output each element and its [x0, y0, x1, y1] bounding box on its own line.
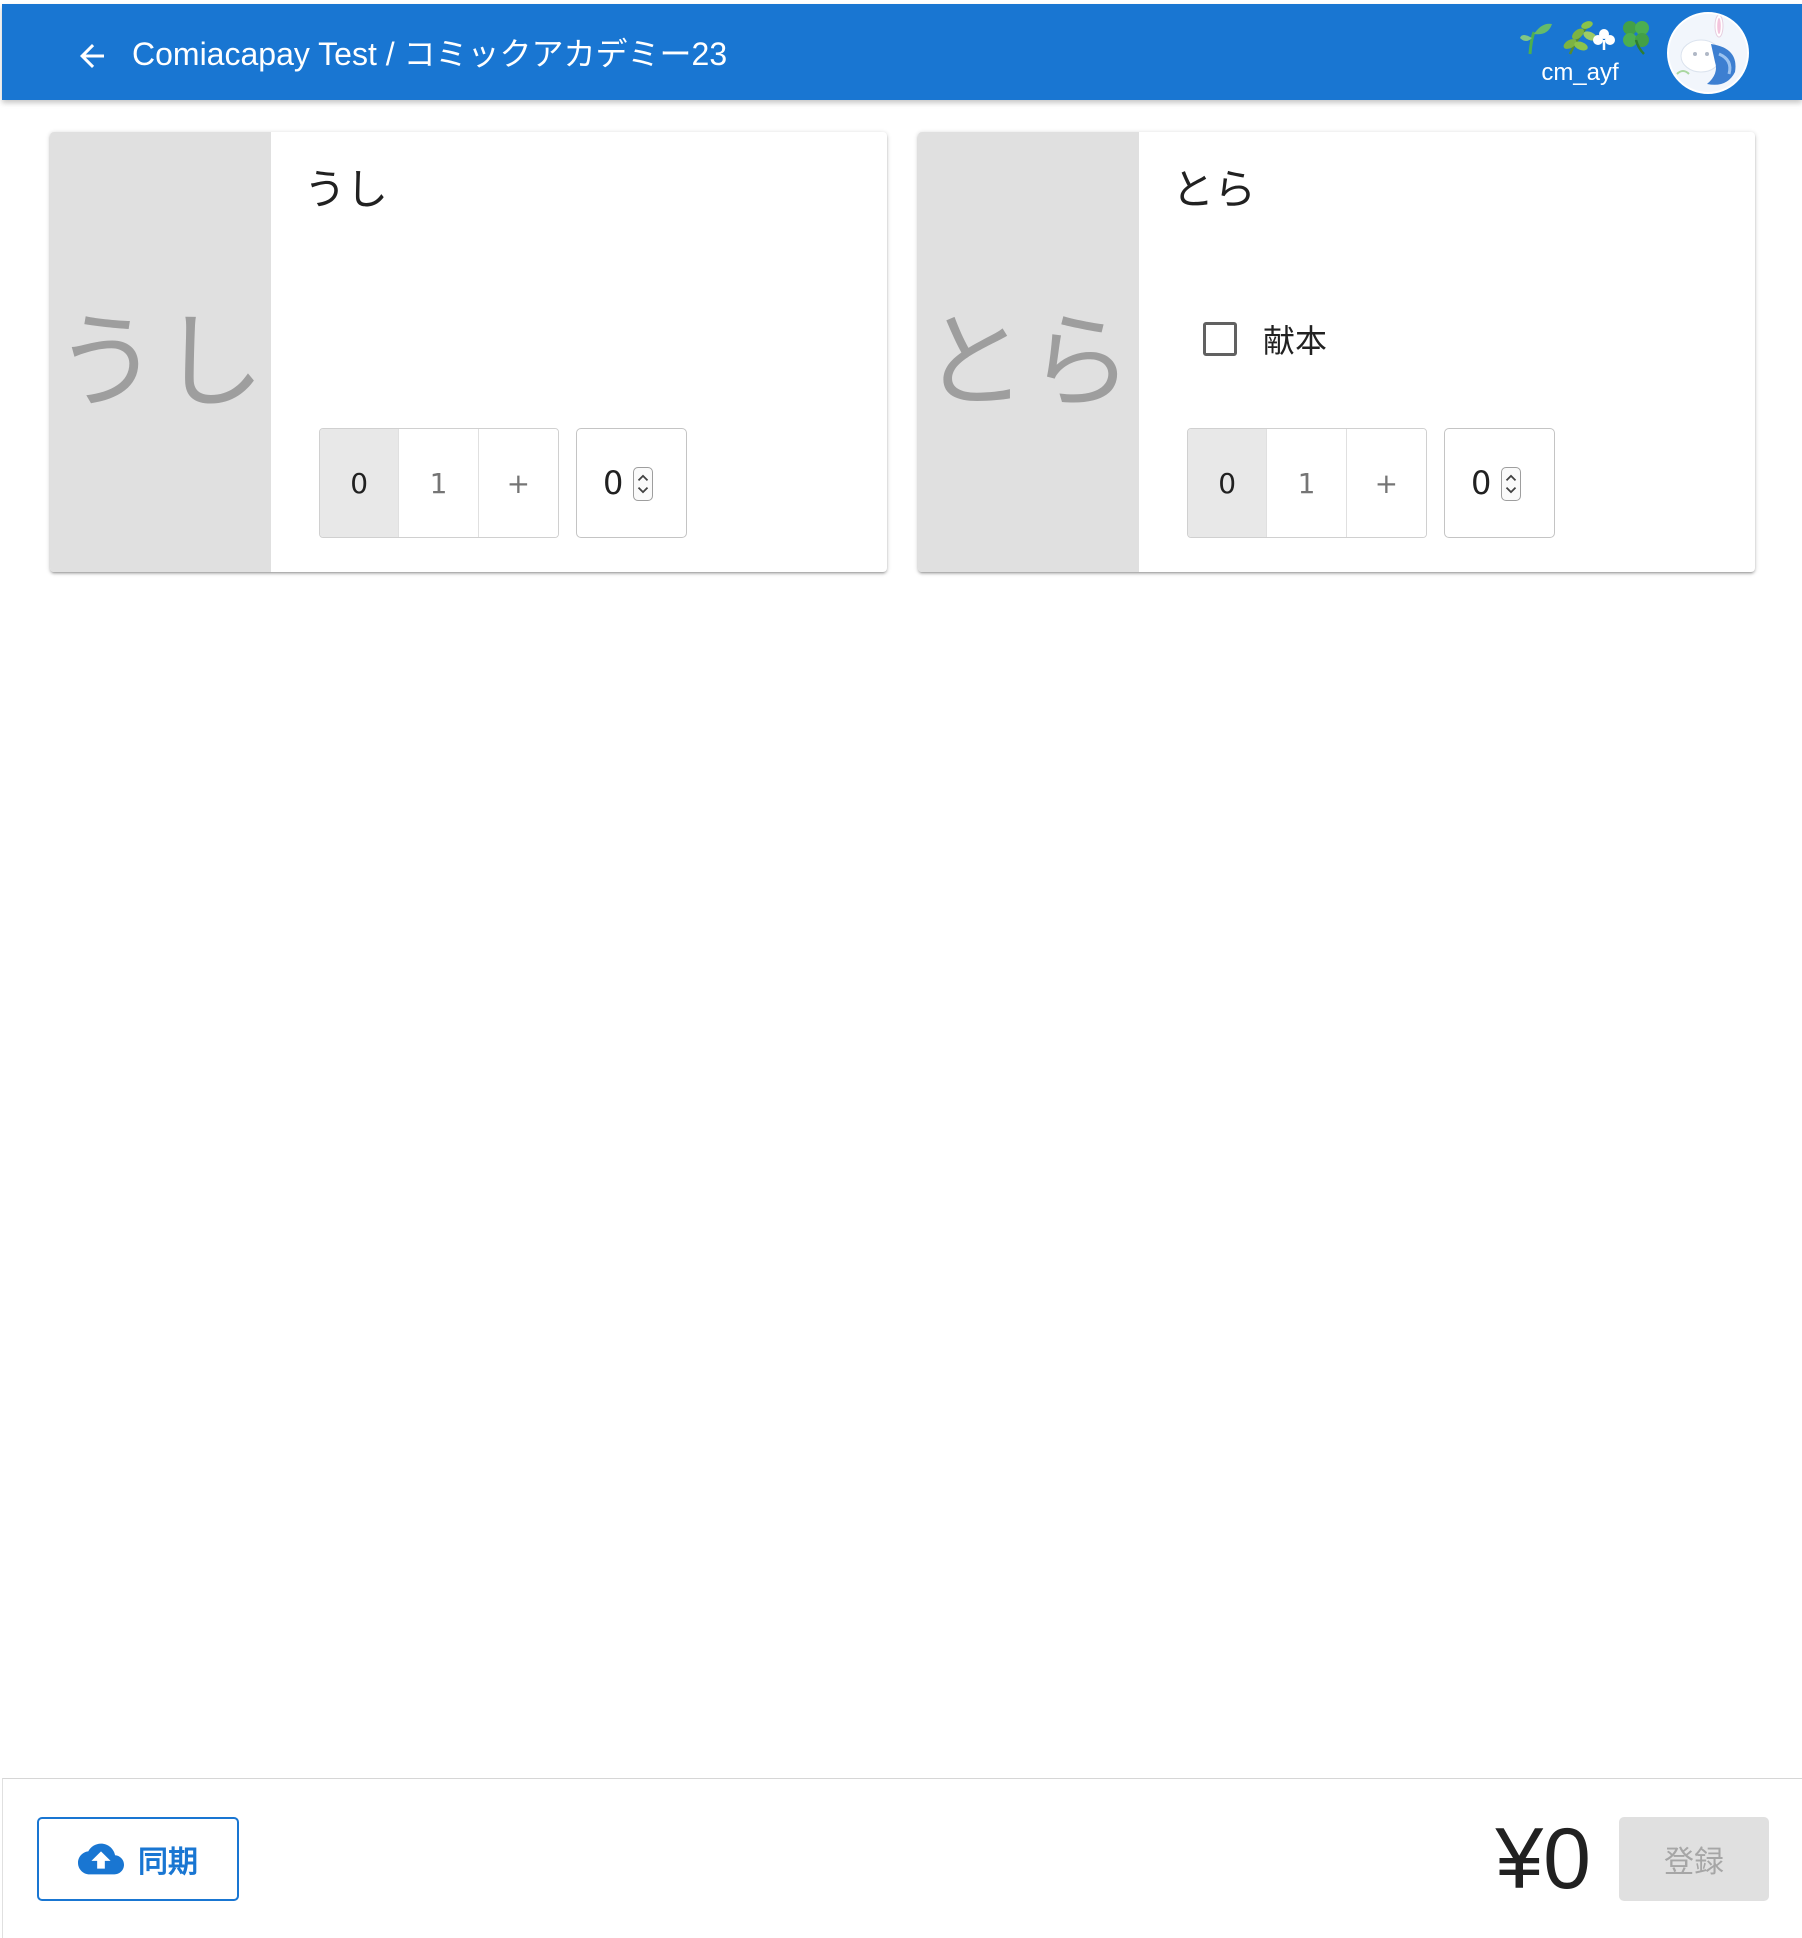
quantity-plus-button[interactable]: + — [1346, 429, 1426, 537]
seedling-icon — [1520, 23, 1552, 55]
quantity-stepper[interactable]: 0 — [1444, 428, 1555, 538]
stepper-arrows-icon[interactable] — [1501, 467, 1521, 501]
quantity-button-group: 0 1 + — [1187, 428, 1427, 538]
product-thumbnail-text: うし — [54, 300, 267, 423]
page-title: Comiacapay Test / コミックアカデミー23 — [132, 36, 728, 72]
cloud-upload-icon — [78, 1843, 124, 1875]
stepper-arrows-icon[interactable] — [633, 467, 653, 501]
quantity-stepper[interactable]: 0 — [576, 428, 687, 538]
quantity-stepper-value: 0 — [1471, 464, 1492, 502]
arrow-left-icon — [80, 44, 104, 68]
avatar[interactable] — [1667, 12, 1749, 94]
quantity-button-group: 0 1 + — [319, 428, 559, 538]
sync-button[interactable]: 同期 — [37, 1817, 239, 1901]
product-name: うし — [304, 165, 389, 214]
user-name: cm_ayf — [1541, 59, 1619, 86]
rabbit-avatar-icon — [1669, 14, 1747, 92]
quantity-zero-button[interactable]: 0 — [320, 429, 400, 537]
register-page: Comiacapay Test / コミックアカデミー23 cm_ayf うし … — [0, 0, 1802, 1938]
shamrock-icon — [1593, 29, 1615, 50]
quantity-one-button[interactable]: 1 — [1267, 429, 1347, 537]
user-menu[interactable]: cm_ayf — [1510, 14, 1658, 92]
product-card: とら とら 献本 0 1 + 0 — [918, 132, 1755, 572]
product-thumbnail-text: とら — [922, 300, 1135, 423]
checkbox-box[interactable] — [1203, 322, 1237, 356]
total-amount: ¥0 — [1495, 1811, 1591, 1907]
dedication-label: 献本 — [1263, 322, 1328, 360]
sync-button-label: 同期 — [138, 1845, 198, 1880]
quantity-zero-button[interactable]: 0 — [1188, 429, 1268, 537]
quantity-one-button[interactable]: 1 — [399, 429, 479, 537]
app-bar: Comiacapay Test / コミックアカデミー23 cm_ayf — [2, 4, 1802, 100]
quantity-stepper-value: 0 — [603, 464, 624, 502]
checkout-bar: 同期 ¥0 登録 — [2, 1778, 1802, 1938]
product-card: うし うし 0 1 + 0 — [50, 132, 887, 572]
quantity-plus-button[interactable]: + — [478, 429, 558, 537]
product-thumbnail: うし — [50, 132, 271, 572]
register-button[interactable]: 登録 — [1619, 1817, 1769, 1901]
four-leaf-clover-icon — [1623, 21, 1649, 55]
user-badge-icons — [1520, 21, 1649, 55]
dedication-checkbox[interactable]: 献本 — [1203, 314, 1327, 364]
product-thumbnail: とら — [918, 132, 1139, 572]
product-name: とら — [1172, 165, 1257, 214]
herb-icon — [1563, 21, 1597, 55]
back-button[interactable] — [64, 28, 120, 84]
